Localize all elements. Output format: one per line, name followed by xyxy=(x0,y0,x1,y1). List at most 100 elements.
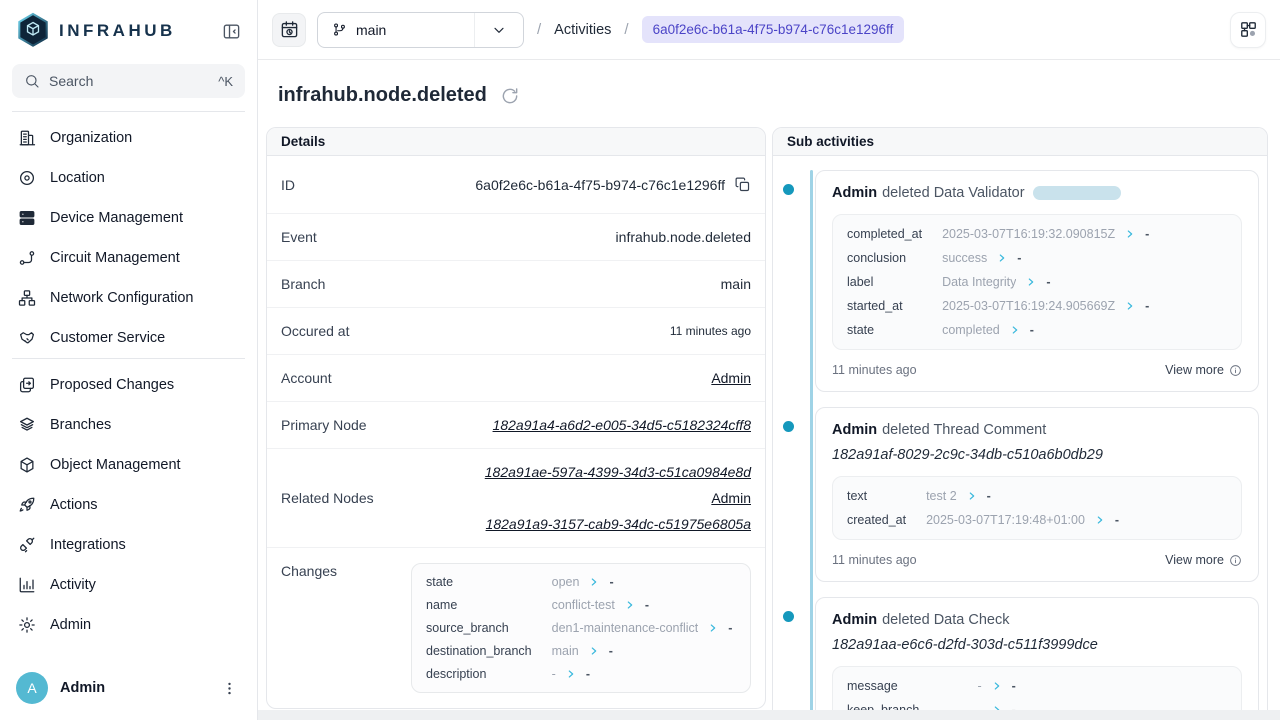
sidebar-item-proposed-changes[interactable]: Proposed Changes xyxy=(8,365,249,405)
account-link[interactable]: Admin xyxy=(711,370,751,386)
sidebar-item-label: Location xyxy=(50,170,105,186)
chevron-right-icon xyxy=(708,623,718,633)
activity-kv-list: text test 2 - cr xyxy=(847,489,1227,527)
handshake-icon xyxy=(18,329,36,347)
branch-dropdown-toggle[interactable] xyxy=(474,13,523,47)
kv-old-value: 2025-03-07T17:19:48+01:00 xyxy=(926,513,1085,527)
rocket-icon xyxy=(18,496,36,514)
file-diff-icon xyxy=(18,376,36,394)
kebab-menu-icon xyxy=(221,680,238,697)
kv-old-value: completed xyxy=(942,323,1000,337)
kv-new-value: - xyxy=(1012,679,1016,693)
sidebar-item-integrations[interactable]: Integrations xyxy=(8,525,249,565)
view-more-button[interactable]: View more xyxy=(1165,363,1242,377)
activity-title: Admin deleted Data Validator xyxy=(832,185,1242,201)
sidebar-item-branches[interactable]: Branches xyxy=(8,405,249,445)
chevron-right-icon xyxy=(589,646,599,656)
sidebar-item-object-management[interactable]: Object Management xyxy=(8,445,249,485)
sidebar-item-label: Circuit Management xyxy=(50,250,180,266)
activity-card-data-validator: Admin deleted Data Validator completed_a… xyxy=(815,170,1259,392)
activity-footer: 11 minutes ago View more xyxy=(832,363,1242,377)
activity-fields-box: text test 2 - cr xyxy=(832,476,1242,540)
activity-action: deleted Data Check xyxy=(882,612,1009,628)
sidebar-item-customer-service[interactable]: Customer Service xyxy=(8,318,249,358)
primary-node-link[interactable]: 182a91a4-a6d2-e005-34d5-c5182324cff8 xyxy=(493,417,751,433)
related-node-link[interactable]: Admin xyxy=(711,490,751,506)
activity-node-uuid: 182a91aa-e6c6-d2fd-303d-c511f3999dce xyxy=(832,637,1242,653)
view-more-button[interactable]: View more xyxy=(1165,553,1242,567)
kv-key: conclusion xyxy=(847,251,922,265)
kv-new-value: - xyxy=(1030,323,1034,337)
breadcrumb-activities[interactable]: Activities xyxy=(554,22,611,38)
kv-new-value: - xyxy=(645,598,649,612)
schema-visualizer-button[interactable] xyxy=(1230,12,1266,48)
kv-new-value: - xyxy=(1115,513,1119,527)
kv-new-value: - xyxy=(728,621,732,635)
detail-label: ID xyxy=(281,177,295,193)
detail-row-account: Account Admin xyxy=(267,355,765,402)
kv-key: destination_branch xyxy=(426,644,532,658)
user-name: Admin xyxy=(60,680,205,696)
user-menu-button[interactable] xyxy=(217,676,241,700)
sidebar-item-label: Customer Service xyxy=(50,330,165,346)
refresh-icon[interactable] xyxy=(500,86,520,106)
chevron-right-icon xyxy=(967,491,977,501)
changes-kv-list: state open - name xyxy=(426,575,736,681)
circle-dot-icon xyxy=(18,169,36,187)
copy-icon[interactable] xyxy=(734,176,751,193)
kv-old-value: den1-maintenance-conflict xyxy=(552,621,699,635)
activity-title: Admin deleted Thread Comment xyxy=(832,422,1242,438)
sidebar-item-organization[interactable]: Organization xyxy=(8,118,249,158)
detail-row-id: ID 6a0f2e6c-b61a-4f75-b974-c76c1e1296ff xyxy=(267,156,765,214)
search-box[interactable]: ^K xyxy=(12,64,245,98)
kv-key: started_at xyxy=(847,299,922,313)
chevron-right-icon xyxy=(997,253,1007,263)
sidebar-item-label: Integrations xyxy=(50,537,126,553)
related-node-link[interactable]: 182a91a9-3157-cab9-34dc-c51975e6805a xyxy=(486,516,751,532)
sidebar-spacer xyxy=(0,647,257,660)
kv-new-value: - xyxy=(609,575,613,589)
kv-value-group: den1-maintenance-conflict - xyxy=(552,621,736,635)
sidebar: INFRAHUB ^K Organization Location xyxy=(0,0,258,720)
brand-name: INFRAHUB xyxy=(59,21,210,41)
kv-value-group: open - xyxy=(552,575,736,589)
chevron-right-icon xyxy=(589,577,599,587)
search-input[interactable] xyxy=(49,73,209,89)
sidebar-item-activity[interactable]: Activity xyxy=(8,565,249,605)
kv-old-value: success xyxy=(942,251,987,265)
activity-card-data-check: Admin deleted Data Check 182a91aa-e6c6-d… xyxy=(815,597,1259,720)
detail-label: Changes xyxy=(281,563,337,579)
breadcrumb-separator: / xyxy=(622,21,630,38)
sidebar-item-device-management[interactable]: Device Management xyxy=(8,198,249,238)
activity-footer: 11 minutes ago View more xyxy=(832,553,1242,567)
sidebar-item-admin[interactable]: Admin xyxy=(8,605,249,645)
related-node-link[interactable]: 182a91ae-597a-4399-34d3-c51ca0984e8d xyxy=(485,464,751,480)
kv-new-value: - xyxy=(987,489,991,503)
sidebar-item-location[interactable]: Location xyxy=(8,158,249,198)
kv-old-value: - xyxy=(978,679,982,693)
view-more-label: View more xyxy=(1165,363,1224,377)
activity-fields-box: completed_at 2025-03-07T16:19:32.090815Z… xyxy=(832,214,1242,350)
breadcrumb-activity-id[interactable]: 6a0f2e6c-b61a-4f75-b974-c76c1e1296ff xyxy=(642,16,905,43)
activity-kv-list: completed_at 2025-03-07T16:19:32.090815Z… xyxy=(847,227,1227,337)
sidebar-item-label: Actions xyxy=(50,497,98,513)
branch-selector[interactable]: main xyxy=(317,12,524,48)
kv-new-value: - xyxy=(1046,275,1050,289)
server-icon xyxy=(18,209,36,227)
sidebar-item-network-configuration[interactable]: Network Configuration xyxy=(8,278,249,318)
kv-key: state xyxy=(847,323,922,337)
search-shortcut: ^K xyxy=(218,74,233,89)
sidebar-collapse-button[interactable] xyxy=(219,19,243,43)
chevron-right-icon xyxy=(992,681,1002,691)
activity-actor: Admin xyxy=(832,422,877,438)
time-travel-button[interactable] xyxy=(272,13,306,47)
kv-new-value: - xyxy=(586,667,590,681)
sidebar-item-actions[interactable]: Actions xyxy=(8,485,249,525)
kv-old-value: 2025-03-07T16:19:32.090815Z xyxy=(942,227,1115,241)
kv-key: source_branch xyxy=(426,621,532,635)
breadcrumb-separator: / xyxy=(535,21,543,38)
cube-icon xyxy=(18,456,36,474)
kv-old-value: 2025-03-07T16:19:24.905669Z xyxy=(942,299,1115,313)
kv-value-group: conflict-test - xyxy=(552,598,736,612)
sidebar-item-circuit-management[interactable]: Circuit Management xyxy=(8,238,249,278)
